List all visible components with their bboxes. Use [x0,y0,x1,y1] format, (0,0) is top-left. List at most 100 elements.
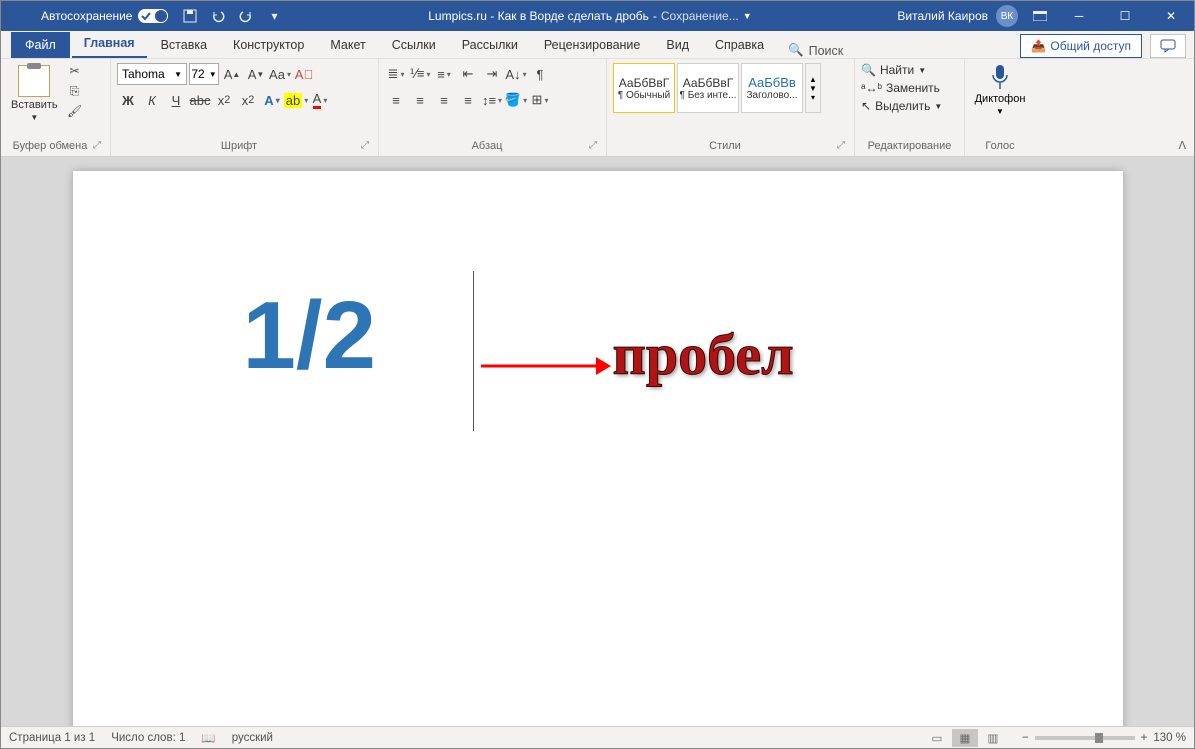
align-right-icon[interactable]: ≡ [433,89,455,111]
tab-insert[interactable]: Вставка [149,32,219,58]
search-box[interactable]: 🔍 Поиск [788,43,843,58]
close-button[interactable]: ✕ [1148,1,1194,31]
autosave-toggle[interactable]: Автосохранение [41,9,168,23]
replace-button[interactable]: ᵃ↔ᵇЗаменить [861,81,958,95]
page[interactable]: 1/2 пробел [73,171,1123,726]
font-launcher[interactable]: ⤢ [361,140,372,154]
save-icon[interactable] [182,8,198,24]
change-case-icon[interactable]: Aa [269,63,291,85]
grow-font-icon[interactable]: A▲ [221,63,243,85]
font-color-icon[interactable]: A [309,89,331,111]
comments-button[interactable] [1150,34,1186,58]
proofing-icon[interactable]: 📖 [201,731,215,745]
ribbon-options-icon[interactable] [1032,8,1048,24]
comment-icon [1160,39,1176,53]
user-avatar[interactable]: ВК [996,5,1018,27]
font-size-select[interactable]: 72▼ [189,63,219,85]
toggle-switch[interactable] [138,9,168,23]
group-styles: АаБбВвГ¶ Обычный АаБбВвГ¶ Без инте... Аа… [607,59,855,156]
cut-icon[interactable]: ✂ [66,63,84,79]
page-status[interactable]: Страница 1 из 1 [9,732,95,744]
find-button[interactable]: 🔍Найти▼ [861,63,958,77]
dictate-button[interactable]: Диктофон ▼ [971,63,1029,116]
styles-label: Стили [613,140,837,154]
tab-references[interactable]: Ссылки [380,32,448,58]
paste-button[interactable]: Вставить ▼ [7,63,62,124]
strike-button[interactable]: abc [189,89,211,111]
align-center-icon[interactable]: ≡ [409,89,431,111]
select-icon: ↖ [861,99,871,113]
text-effects-icon[interactable]: A [261,89,283,111]
paragraph-launcher[interactable]: ⤢ [589,140,600,154]
group-clipboard: Вставить ▼ ✂ ⎘ 🖌 Буфер обмена⤢ [1,59,111,156]
redo-icon[interactable] [238,8,254,24]
clear-format-icon[interactable]: A⃠ [293,63,315,85]
highlight-icon[interactable]: ab [285,89,307,111]
styles-more-icon[interactable]: ▲▼▾ [805,63,821,113]
styles-gallery[interactable]: АаБбВвГ¶ Обычный АаБбВвГ¶ Без инте... Аа… [613,63,821,113]
tab-home[interactable]: Главная [72,30,147,58]
style-normal[interactable]: АаБбВвГ¶ Обычный [613,63,675,113]
word-count[interactable]: Число слов: 1 [111,732,185,744]
styles-launcher[interactable]: ⤢ [837,140,848,154]
read-mode-icon[interactable]: ▭ [924,729,950,747]
language-status[interactable]: русский [232,732,273,744]
tab-mailings[interactable]: Рассылки [450,32,530,58]
tab-layout[interactable]: Макет [318,32,377,58]
line-spacing-icon[interactable]: ↕≡ [481,89,503,111]
undo-icon[interactable] [210,8,226,24]
multilevel-icon[interactable]: ≡ [433,63,455,85]
document-workspace[interactable]: 1/2 пробел [1,157,1194,726]
clipboard-launcher[interactable]: ⤢ [93,140,104,154]
tab-design[interactable]: Конструктор [221,32,316,58]
collapse-ribbon-icon[interactable]: ᐱ [1178,139,1186,152]
style-no-spacing[interactable]: АаБбВвГ¶ Без инте... [677,63,739,113]
statusbar: Страница 1 из 1 Число слов: 1 📖 русский … [1,726,1194,748]
tab-help[interactable]: Справка [703,32,776,58]
microphone-icon [988,63,1012,91]
format-painter-icon[interactable]: 🖌 [66,103,84,119]
tab-file[interactable]: Файл [11,32,70,58]
paste-icon [18,65,50,97]
style-heading1[interactable]: АаБбВвЗаголово... [741,63,803,113]
web-layout-icon[interactable]: ▥ [980,729,1006,747]
dec-indent-icon[interactable]: ⇤ [457,63,479,85]
saving-status: Сохранение... [661,9,739,23]
zoom-out-icon[interactable]: − [1022,732,1029,744]
zoom-slider[interactable] [1035,736,1135,740]
shading-icon[interactable]: 🪣 [505,89,527,111]
quick-access-toolbar: ▾ [182,8,282,24]
select-button[interactable]: ↖Выделить▼ [861,99,958,113]
font-name-select[interactable]: Tahoma▼ [117,63,187,85]
zoom-in-icon[interactable]: + [1141,732,1148,744]
copy-icon[interactable]: ⎘ [66,83,84,99]
search-icon: 🔍 [788,43,804,58]
minimize-button[interactable]: ─ [1056,1,1102,31]
print-layout-icon[interactable]: ▦ [952,729,978,747]
borders-icon[interactable]: ⊞ [529,89,551,111]
tab-view[interactable]: Вид [654,32,701,58]
bold-button[interactable]: Ж [117,89,139,111]
tab-review[interactable]: Рецензирование [532,32,653,58]
group-font: Tahoma▼ 72▼ A▲ A▼ Aa A⃠ Ж К Ч abc x2 x2 … [111,59,379,156]
subscript-button[interactable]: x2 [213,89,235,111]
shrink-font-icon[interactable]: A▼ [245,63,267,85]
align-left-icon[interactable]: ≡ [385,89,407,111]
inc-indent-icon[interactable]: ⇥ [481,63,503,85]
qat-dropdown-icon[interactable]: ▾ [266,8,282,24]
user-area[interactable]: Виталий Каиров ВК [897,5,1018,27]
underline-button[interactable]: Ч [165,89,187,111]
editing-label: Редактирование [861,140,958,154]
share-button[interactable]: 📤 Общий доступ [1020,34,1142,58]
superscript-button[interactable]: x2 [237,89,259,111]
justify-icon[interactable]: ≡ [457,89,479,111]
bullets-icon[interactable]: ≣ [385,63,407,85]
document-text[interactable]: 1/2 [243,281,376,391]
italic-button[interactable]: К [141,89,163,111]
zoom-value[interactable]: 130 % [1153,732,1186,744]
show-marks-icon[interactable]: ¶ [529,63,551,85]
annotation-text: пробел [613,321,794,388]
sort-icon[interactable]: A↓ [505,63,527,85]
numbering-icon[interactable]: ⅟≡ [409,63,431,85]
maximize-button[interactable]: ☐ [1102,1,1148,31]
